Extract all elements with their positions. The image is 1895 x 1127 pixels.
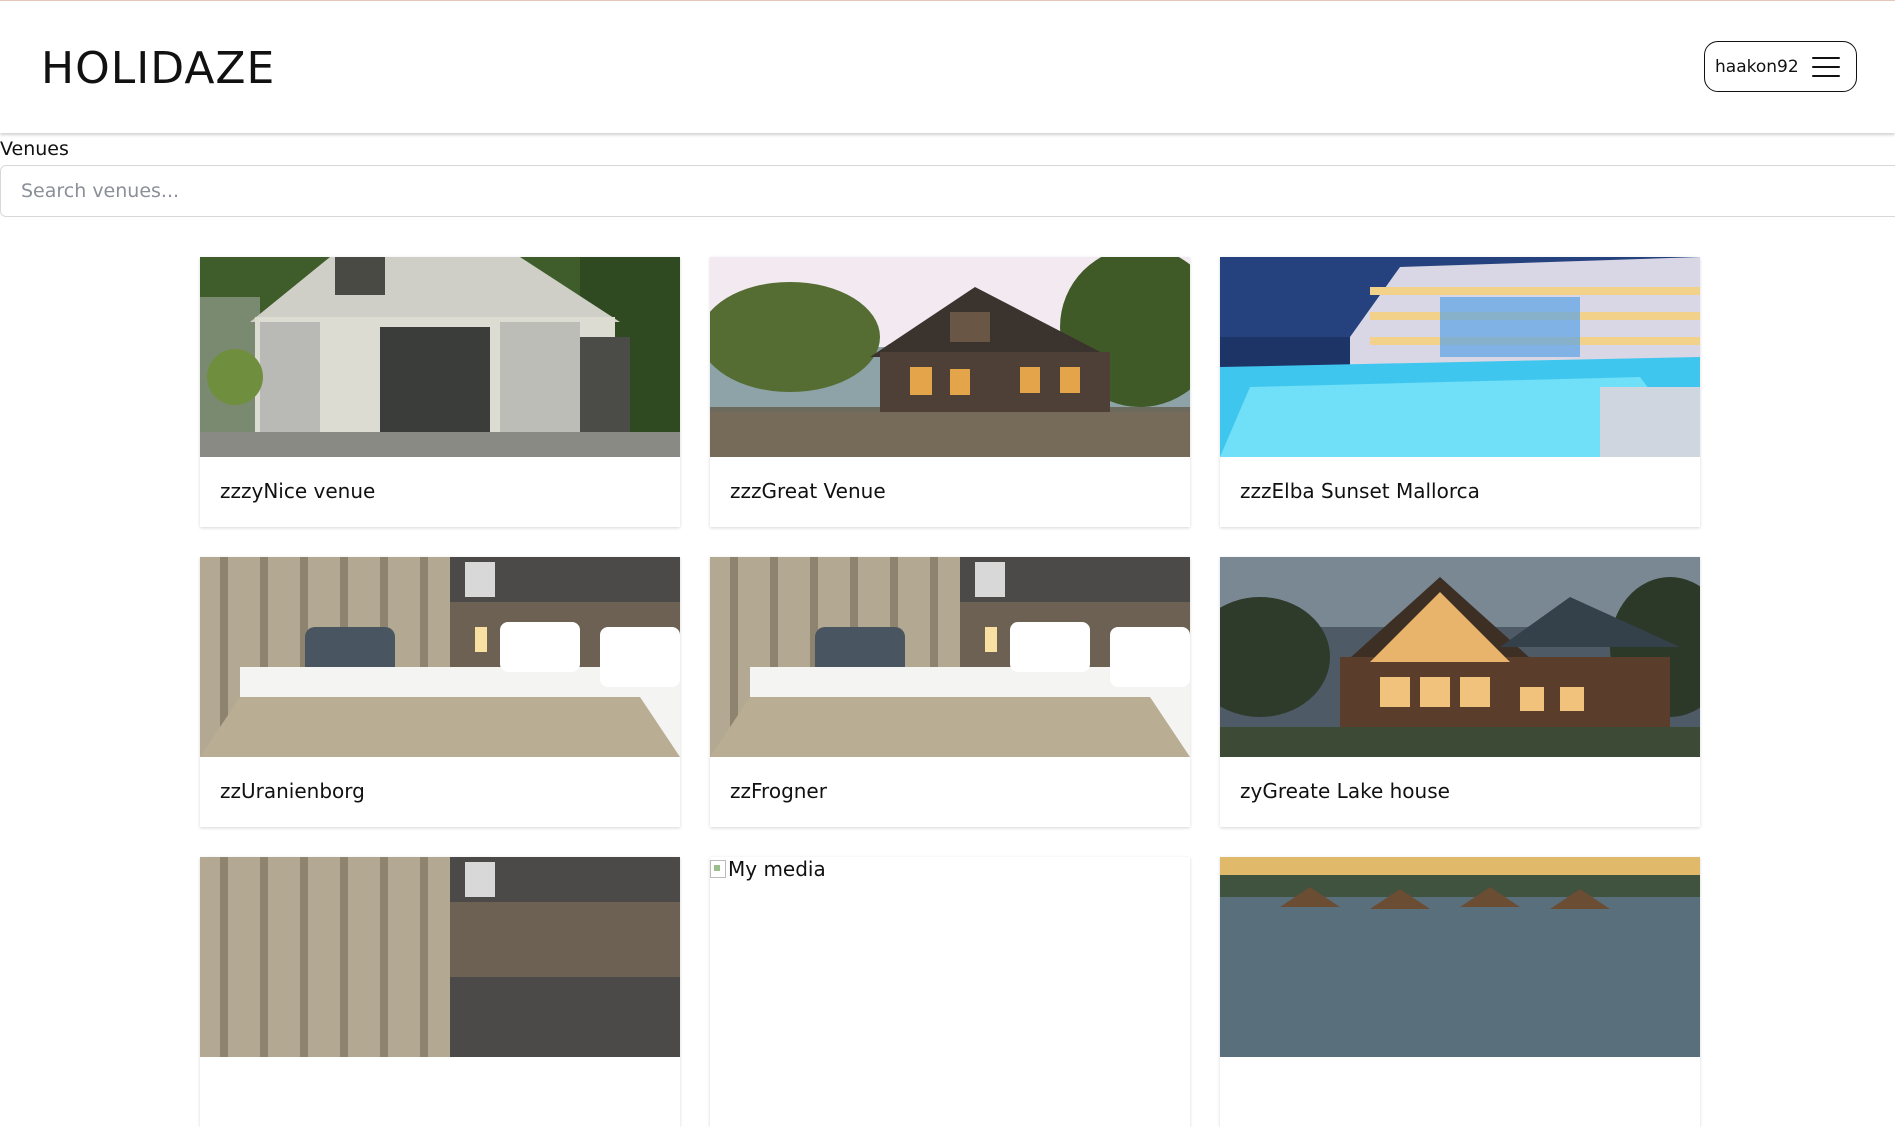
venue-title: zzzElba Sunset Mallorca — [1240, 479, 1480, 503]
venue-title: zzFrogner — [730, 779, 827, 803]
venue-card[interactable] — [1220, 857, 1700, 1127]
venue-image — [1220, 257, 1700, 457]
venue-card[interactable]: zzzyNice venue — [200, 257, 680, 527]
venue-title: zzzGreat Venue — [730, 479, 886, 503]
venue-card[interactable]: My media — [710, 857, 1190, 1127]
venue-image — [710, 557, 1190, 757]
site-logo[interactable]: HOLIDAZE — [41, 43, 275, 94]
venue-image — [710, 257, 1190, 457]
venue-card[interactable]: zzzElba Sunset Mallorca — [1220, 257, 1700, 527]
venue-title: zzUranienborg — [220, 779, 365, 803]
username-label: haakon92 — [1715, 56, 1799, 77]
venue-image — [200, 557, 680, 757]
broken-image-icon — [710, 860, 726, 878]
venue-title: zzzyNice venue — [220, 479, 376, 503]
site-header: HOLIDAZE haakon92 — [0, 1, 1895, 133]
venue-image — [200, 257, 680, 457]
search-label: Venues — [0, 138, 69, 160]
venue-image: My media — [710, 857, 1190, 1057]
venue-card[interactable]: zzFrogner — [710, 557, 1190, 827]
venue-card[interactable] — [200, 857, 680, 1127]
venue-card[interactable]: zzUranienborg — [200, 557, 680, 827]
broken-image: My media — [710, 857, 826, 881]
image-alt-text: My media — [728, 857, 826, 881]
venue-title: zyGreate Lake house — [1240, 779, 1450, 803]
venue-image — [1220, 857, 1700, 1057]
venue-image — [200, 857, 680, 1057]
hamburger-menu-icon — [1812, 56, 1840, 77]
venue-card[interactable]: zyGreate Lake house — [1220, 557, 1700, 827]
search-input[interactable] — [0, 165, 1895, 217]
user-menu-button[interactable]: haakon92 — [1704, 41, 1857, 92]
venue-card[interactable]: zzzGreat Venue — [710, 257, 1190, 527]
venue-image — [1220, 557, 1700, 757]
